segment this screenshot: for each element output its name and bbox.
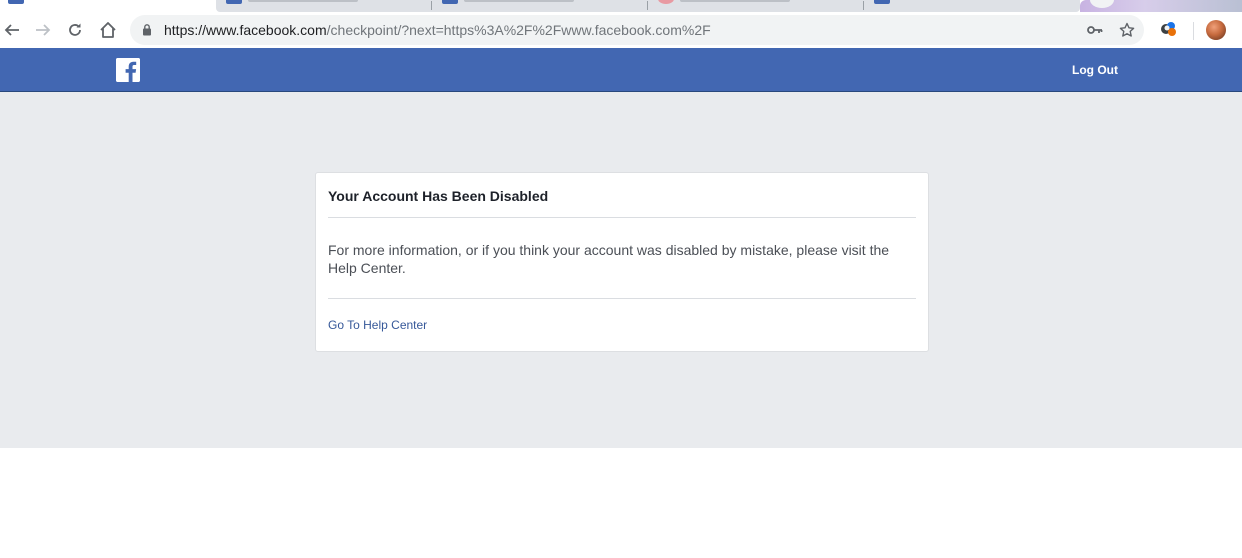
divider: [328, 217, 916, 218]
browser-toolbar: https://www.facebook.com/checkpoint/?nex…: [0, 12, 1242, 48]
browser-tab[interactable]: [432, 0, 648, 12]
back-button[interactable]: [0, 18, 24, 42]
home-icon: [100, 22, 116, 38]
page-body: Your Account Has Been Disabled For more …: [0, 92, 1242, 448]
facebook-favicon: [8, 0, 24, 4]
tab-bar: [216, 0, 1080, 12]
saved-password-button[interactable]: [1086, 21, 1104, 39]
site-favicon: [658, 0, 674, 4]
star-icon: [1119, 22, 1135, 37]
browser-tab[interactable]: [864, 0, 1080, 12]
facebook-header: Log Out: [0, 48, 1242, 92]
card-title: Your Account Has Been Disabled: [328, 188, 549, 204]
forward-arrow-icon: [36, 24, 51, 36]
extension-button[interactable]: [1160, 21, 1178, 42]
url-text[interactable]: https://www.facebook.com/checkpoint/?nex…: [164, 22, 711, 38]
facebook-logo-icon[interactable]: [116, 58, 140, 82]
facebook-f-icon: [116, 58, 140, 82]
facebook-favicon: [442, 0, 458, 4]
extension-icon: [1161, 22, 1176, 36]
profile-avatar[interactable]: [1206, 20, 1226, 40]
browser-tab[interactable]: [216, 0, 432, 12]
url-path: /checkpoint/?next=https%3A%2F%2Fwww.face…: [326, 22, 711, 38]
back-arrow-icon: [4, 24, 19, 36]
facebook-favicon: [226, 0, 242, 4]
go-to-help-center-link[interactable]: Go To Help Center: [328, 318, 427, 332]
forward-button[interactable]: [31, 18, 55, 42]
tab-strip-end: [1080, 0, 1242, 12]
card-message: For more information, or if you think yo…: [328, 242, 890, 276]
new-tab-button[interactable]: [1090, 0, 1114, 8]
bookmark-button[interactable]: [1118, 21, 1136, 39]
reload-icon: [69, 23, 81, 36]
reload-button[interactable]: [63, 18, 87, 42]
toolbar-divider: [1193, 22, 1194, 40]
url-host: https://www.facebook.com: [164, 22, 327, 38]
divider: [328, 298, 916, 299]
lock-icon: [143, 24, 151, 36]
tab-strip: [0, 0, 1242, 12]
home-button[interactable]: [96, 18, 120, 42]
facebook-favicon: [874, 0, 890, 4]
address-bar[interactable]: https://www.facebook.com/checkpoint/?nex…: [130, 15, 1144, 45]
logout-link[interactable]: Log Out: [1072, 63, 1118, 77]
browser-tab[interactable]: [648, 0, 864, 12]
key-icon: [1087, 26, 1103, 34]
account-disabled-card: Your Account Has Been Disabled For more …: [315, 172, 929, 352]
